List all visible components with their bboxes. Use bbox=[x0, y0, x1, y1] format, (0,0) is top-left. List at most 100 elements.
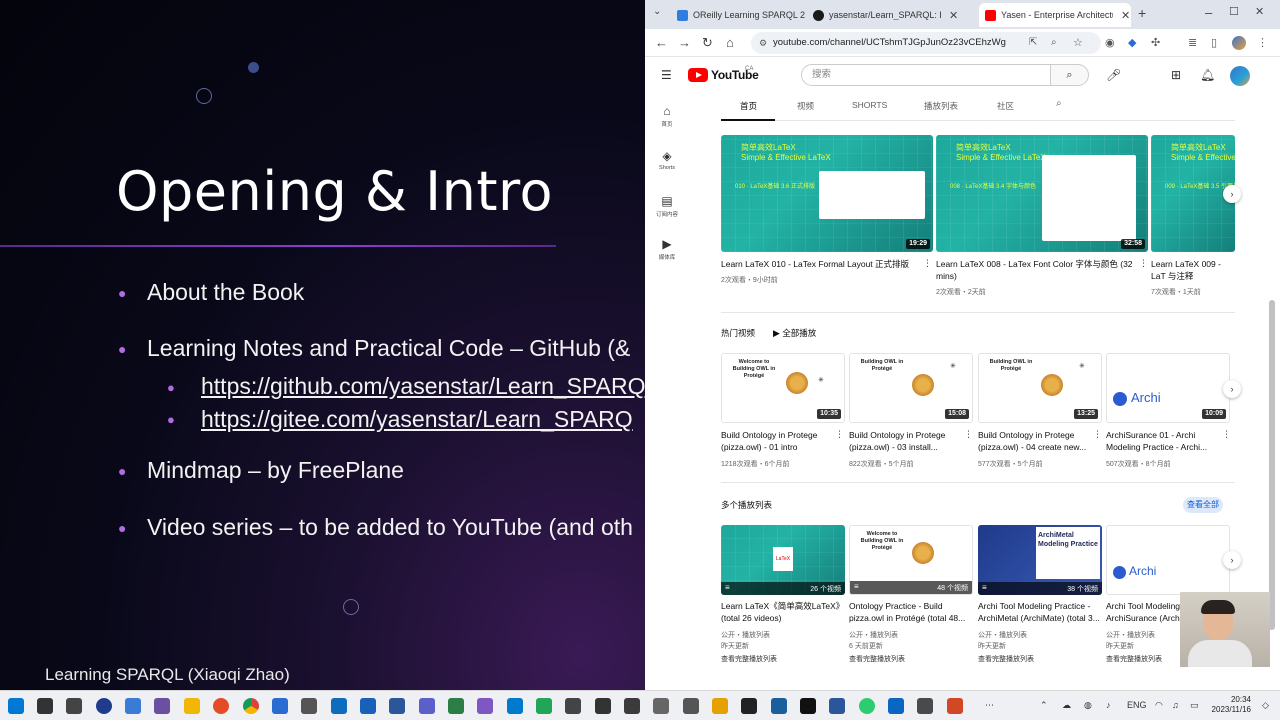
more-options-icon[interactable]: ⋮ bbox=[1222, 429, 1231, 440]
playlist-thumbnail[interactable]: ArchiMetal Modeling Practice ≡ 38 个视频 bbox=[978, 525, 1102, 595]
app-icon[interactable] bbox=[154, 698, 170, 714]
create-video-icon[interactable]: ⊞ bbox=[1171, 68, 1181, 82]
video-title[interactable]: Learn LaTeX 008 - LaTex Font Color 字体与颜色… bbox=[936, 258, 1136, 282]
sidebar-item-shorts[interactable]: ◈ Shorts bbox=[645, 149, 689, 171]
close-tab-icon[interactable]: ✕ bbox=[1121, 9, 1130, 22]
app-icon[interactable] bbox=[125, 698, 141, 714]
more-options-icon[interactable]: ⋮ bbox=[923, 258, 932, 269]
app-icon[interactable] bbox=[917, 698, 933, 714]
video-title[interactable]: Learn LaTeX 009 - LaT 与注释 bbox=[1151, 258, 1235, 282]
playlist-title[interactable]: Learn LaTeX《简单高效LaTeX》(total 26 videos) bbox=[721, 600, 845, 624]
browser-tab-github[interactable]: yasenstar/Learn_SPARQL: Lea ✕ bbox=[807, 3, 967, 27]
app-icon[interactable] bbox=[683, 698, 699, 714]
next-arrow-icon[interactable]: › bbox=[1223, 185, 1241, 203]
video-title[interactable]: Build Ontology in Protege (pizza.owl) - … bbox=[849, 429, 961, 453]
app-icon[interactable] bbox=[624, 698, 640, 714]
home-icon[interactable]: ⌂ bbox=[726, 35, 734, 50]
sidebar-item-home[interactable]: ⌂ 首页 bbox=[645, 104, 689, 128]
maximize-icon[interactable]: ☐ bbox=[1229, 5, 1239, 18]
start-icon[interactable] bbox=[8, 698, 24, 714]
more-options-icon[interactable]: ⋮ bbox=[1139, 258, 1148, 269]
bookmark-star-icon[interactable]: ☆ bbox=[1073, 32, 1083, 54]
terminal-icon[interactable] bbox=[800, 698, 816, 714]
app-icon[interactable] bbox=[859, 698, 875, 714]
file-explorer-icon[interactable] bbox=[184, 698, 200, 714]
youtube-logo-icon[interactable] bbox=[688, 68, 708, 82]
extension-icon[interactable]: ◆ bbox=[1128, 36, 1136, 49]
app-icon[interactable] bbox=[595, 698, 611, 714]
side-panel-icon[interactable]: ▯ bbox=[1211, 36, 1217, 49]
word-icon[interactable] bbox=[389, 698, 405, 714]
video-title[interactable]: Learn LaTeX 010 - LaTex Formal Layout 正式… bbox=[721, 258, 921, 270]
app-icon[interactable] bbox=[301, 698, 317, 714]
teams-icon[interactable] bbox=[419, 698, 435, 714]
video-title[interactable]: Build Ontology in Protege (pizza.owl) - … bbox=[721, 429, 831, 453]
search-input[interactable]: 搜索 bbox=[801, 64, 1051, 86]
wifi-icon[interactable]: ◠ bbox=[1155, 700, 1163, 711]
view-full-playlist-link[interactable]: 查看完整播放列表 bbox=[721, 654, 777, 664]
app-icon[interactable] bbox=[477, 698, 493, 714]
video-thumbnail[interactable]: Archi 10:09 bbox=[1106, 353, 1230, 423]
extension-icon[interactable]: ◉ bbox=[1105, 36, 1115, 49]
view-full-playlist-link[interactable]: 查看完整播放列表 bbox=[1106, 654, 1162, 664]
microphone-icon[interactable]: 🎤︎ bbox=[1106, 68, 1121, 82]
playlist-title[interactable]: Archi Tool Modeling ArchiSurance (Archi bbox=[1106, 600, 1186, 624]
video-title[interactable]: Build Ontology in Protege (pizza.owl) - … bbox=[978, 429, 1090, 453]
microphone-icon[interactable]: ♪ bbox=[1106, 700, 1111, 710]
playlist-title[interactable]: Archi Tool Modeling Practice - ArchiMeta… bbox=[978, 600, 1102, 624]
playlist-thumbnail[interactable]: Archi bbox=[1106, 525, 1230, 595]
vscode-icon[interactable] bbox=[507, 698, 523, 714]
next-arrow-icon[interactable]: › bbox=[1223, 551, 1241, 569]
tab-shorts[interactable]: SHORTS bbox=[852, 100, 887, 110]
app-icon[interactable] bbox=[653, 698, 669, 714]
video-thumbnail[interactable]: Building OWL in Protégé ✳ 13:25 bbox=[978, 353, 1102, 423]
sidebar-item-subscriptions[interactable]: ▤ 订阅内容 bbox=[645, 194, 689, 218]
more-options-icon[interactable]: ⋮ bbox=[835, 429, 844, 440]
browser-menu-icon[interactable]: ⋮ bbox=[1257, 36, 1268, 49]
app-icon[interactable] bbox=[829, 698, 845, 714]
app-icon[interactable] bbox=[536, 698, 552, 714]
app-icon[interactable] bbox=[712, 698, 728, 714]
more-options-icon[interactable]: ⋮ bbox=[1093, 429, 1102, 440]
new-tab-button[interactable]: + bbox=[1138, 5, 1146, 21]
reload-icon[interactable]: ↻ bbox=[702, 35, 713, 51]
video-title[interactable]: ArchiSurance 01 - Archi Modeling Practic… bbox=[1106, 429, 1218, 453]
tab-home[interactable]: 首页 bbox=[740, 100, 757, 112]
play-all-button[interactable]: ▶ 全部播放 bbox=[773, 327, 816, 339]
battery-icon[interactable]: ▭ bbox=[1190, 700, 1199, 711]
app-icon[interactable] bbox=[448, 698, 464, 714]
app-icon[interactable] bbox=[565, 698, 581, 714]
url-field[interactable]: ⚙ youtube.com/channel/UCTshmTJGpJunOz23v… bbox=[751, 32, 1101, 54]
back-icon[interactable]: ← bbox=[655, 35, 668, 50]
outlook-icon[interactable] bbox=[331, 698, 347, 714]
volume-icon[interactable]: ♫ bbox=[1172, 700, 1179, 710]
tab-playlists[interactable]: 播放列表 bbox=[924, 100, 958, 112]
playlist-thumbnail[interactable]: LaTeX ≡ 26 个视频 bbox=[721, 525, 845, 595]
github-link[interactable]: https://github.com/yasenstar/Learn_SPARQ bbox=[201, 373, 645, 400]
app-icon[interactable] bbox=[96, 698, 112, 714]
tray-icon[interactable]: ◍ bbox=[1084, 700, 1092, 711]
tab-videos[interactable]: 视频 bbox=[797, 100, 814, 112]
app-icon[interactable] bbox=[360, 698, 376, 714]
search-button[interactable]: ⌕ bbox=[1051, 64, 1089, 86]
reading-list-icon[interactable]: ≣ bbox=[1188, 36, 1197, 49]
show-hidden-icons[interactable]: ⌃ bbox=[1040, 700, 1048, 711]
next-arrow-icon[interactable]: › bbox=[1223, 380, 1241, 398]
extensions-puzzle-icon[interactable]: ✣ bbox=[1151, 36, 1160, 49]
powerpoint-icon[interactable] bbox=[947, 698, 963, 714]
more-apps-icon[interactable]: ⋯ bbox=[985, 700, 994, 711]
tab-community[interactable]: 社区 bbox=[997, 100, 1014, 112]
close-tab-icon[interactable]: ✕ bbox=[949, 9, 958, 22]
chrome-icon[interactable] bbox=[243, 698, 259, 714]
view-full-playlist-link[interactable]: 查看完整播放列表 bbox=[849, 654, 905, 664]
browser-tab-youtube[interactable]: Yasen - Enterprise Architectur ✕ bbox=[979, 3, 1131, 27]
notification-icon[interactable]: ◇ bbox=[1262, 700, 1269, 711]
close-window-icon[interactable]: ✕ bbox=[1255, 5, 1264, 18]
view-all-button[interactable]: 查看全部 bbox=[1183, 497, 1223, 513]
channel-avatar[interactable] bbox=[1230, 66, 1250, 86]
video-thumbnail[interactable]: Welcome to Building OWL in Protégé ✳ 10:… bbox=[721, 353, 845, 423]
gitee-link[interactable]: https://gitee.com/yasenstar/Learn_SPARQ bbox=[201, 406, 633, 433]
video-thumbnail[interactable]: 简单高效LaTeX Simple & Effective LaTeX 010 ·… bbox=[721, 135, 933, 252]
view-full-playlist-link[interactable]: 查看完整播放列表 bbox=[978, 654, 1034, 664]
language-indicator[interactable]: ENG bbox=[1127, 700, 1147, 710]
